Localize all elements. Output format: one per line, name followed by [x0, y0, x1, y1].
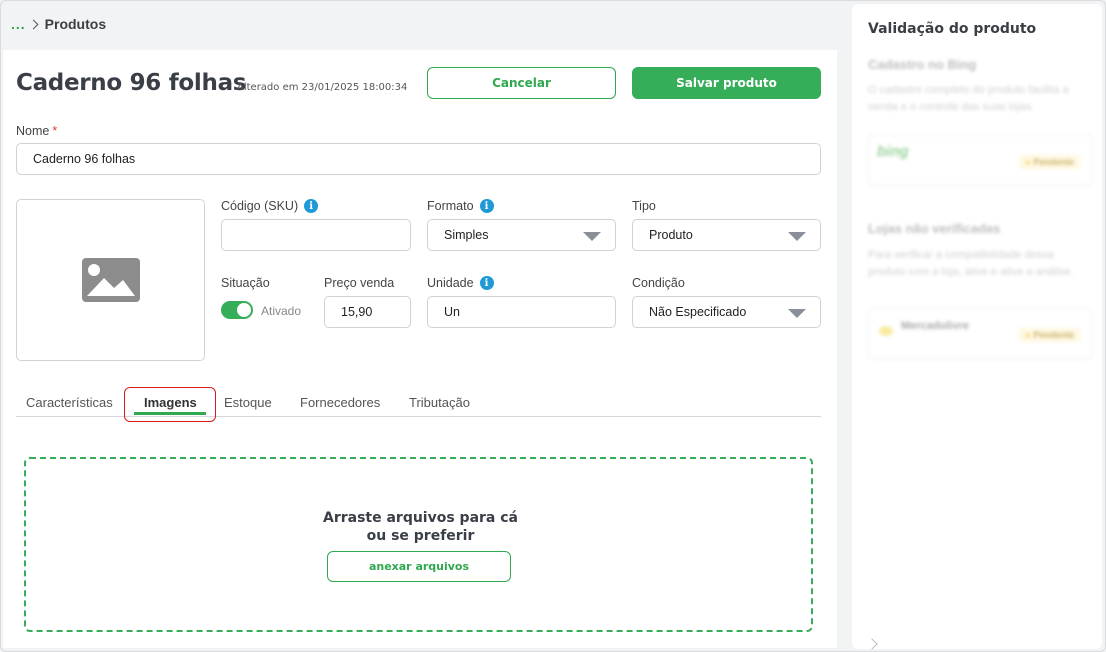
- condicao-label: Condição: [632, 276, 685, 290]
- stores-section-text: Para verificar a compatibilidade dessa p…: [868, 249, 1074, 278]
- situacao-label-text: Situação: [221, 276, 270, 290]
- unidade-value: Un: [444, 305, 460, 319]
- image-icon: [81, 258, 140, 302]
- info-icon[interactable]: i: [479, 199, 494, 213]
- product-image-placeholder[interactable]: [16, 199, 205, 361]
- status-badge: Pendente: [1019, 328, 1080, 342]
- file-dropzone[interactable]: Arraste arquivos para cá ou se preferir: [24, 457, 813, 632]
- bing-section-text: O cadastro completo do produto facilita …: [868, 84, 1069, 113]
- breadcrumb-more[interactable]: ...: [11, 16, 26, 32]
- unidade-label: Unidade i: [427, 276, 494, 290]
- mercadolivre-card[interactable]: Mercadolivre Pendente: [868, 307, 1093, 359]
- tipo-select[interactable]: Produto: [632, 219, 821, 251]
- breadcrumb: ... Produtos: [11, 16, 106, 32]
- tab-estoque[interactable]: Estoque: [224, 395, 272, 410]
- mercadolivre-logo-icon: [879, 326, 893, 336]
- caret-down-icon: [788, 309, 806, 318]
- condicao-select[interactable]: Não Especificado: [632, 296, 821, 328]
- validation-panel-title: Validação do produto: [868, 21, 1037, 37]
- situacao-toggle[interactable]: [221, 301, 253, 319]
- tab-tributacao[interactable]: Tributação: [409, 395, 470, 410]
- tab-highlight-box: [124, 387, 216, 422]
- unidade-input[interactable]: Un: [427, 296, 616, 328]
- formato-value: Simples: [444, 228, 489, 242]
- preco-input[interactable]: 15,90: [324, 296, 411, 328]
- tab-fornecedores[interactable]: Fornecedores: [300, 395, 380, 410]
- nome-value: Caderno 96 folhas: [33, 152, 136, 166]
- status-badge: Pendente: [1019, 155, 1080, 169]
- preco-label-text: Preço venda: [324, 276, 395, 290]
- stores-section-title: Lojas não verificadas: [868, 221, 1001, 236]
- dropzone-text: Arraste arquivos para cá: [322, 510, 518, 526]
- sku-label-text: Código (SKU): [221, 199, 299, 213]
- bing-card[interactable]: bing Pendente: [868, 134, 1093, 186]
- mercadolivre-name: Mercadolivre: [901, 320, 969, 332]
- nome-label: Nome *: [16, 124, 57, 138]
- tipo-label: Tipo: [632, 199, 656, 213]
- formato-label: Formato i: [427, 199, 494, 213]
- altered-timestamp: Alterado em 23/01/2025 18:00:34: [237, 82, 408, 93]
- situacao-label: Situação: [221, 276, 270, 290]
- dropzone-subtext: ou se preferir: [366, 528, 475, 544]
- breadcrumb-current[interactable]: Produtos: [45, 16, 106, 32]
- sku-input[interactable]: [221, 219, 411, 251]
- save-product-button[interactable]: Salvar produto: [632, 67, 821, 99]
- formato-select[interactable]: Simples: [427, 219, 616, 251]
- page-title: Caderno 96 folhas: [16, 70, 247, 96]
- nome-input[interactable]: Caderno 96 folhas: [16, 143, 821, 175]
- info-icon[interactable]: i: [304, 199, 319, 213]
- bing-section-title: Cadastro no Bing: [868, 57, 977, 72]
- tab-caracteristicas[interactable]: Características: [26, 395, 113, 410]
- info-icon[interactable]: i: [479, 276, 494, 290]
- preco-value: 15,90: [341, 305, 373, 319]
- sku-label: Código (SKU) i: [221, 199, 319, 213]
- condicao-label-text: Condição: [632, 276, 685, 290]
- unidade-label-text: Unidade: [427, 276, 474, 290]
- caret-down-icon: [583, 232, 601, 241]
- required-marker: *: [52, 124, 58, 138]
- nome-label-text: Nome: [16, 124, 50, 138]
- caret-down-icon: [788, 232, 806, 241]
- situacao-status: Ativado: [261, 304, 302, 318]
- preco-label: Preço venda: [324, 276, 394, 290]
- attach-files-button[interactable]: anexar arquivos: [327, 551, 511, 582]
- tipo-label-text: Tipo: [632, 199, 656, 213]
- formato-label-text: Formato: [427, 199, 474, 213]
- tipo-value: Produto: [649, 228, 693, 242]
- chevron-right-icon: [28, 19, 39, 29]
- condicao-value: Não Especificado: [649, 305, 747, 319]
- bing-logo: bing: [877, 143, 909, 160]
- cancel-button[interactable]: Cancelar: [427, 67, 616, 99]
